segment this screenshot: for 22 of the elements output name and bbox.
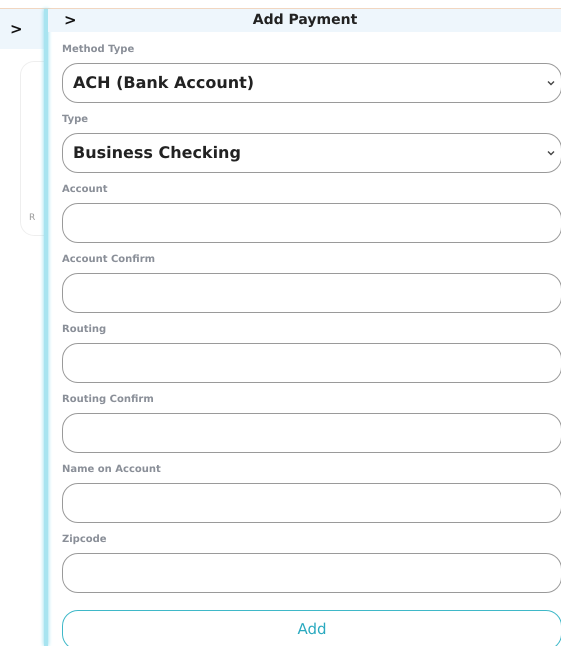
chevron-down-icon bbox=[547, 80, 555, 86]
input-field[interactable] bbox=[62, 202, 561, 242]
collapse-toggle[interactable]: > bbox=[64, 9, 84, 32]
panel-title: Add Payment bbox=[252, 10, 358, 30]
expand-toggle[interactable]: > bbox=[10, 18, 23, 40]
chevron-down-icon bbox=[547, 150, 555, 156]
select-field[interactable]: ACH (Bank Account) bbox=[62, 62, 561, 102]
field-label: Account Confirm bbox=[62, 252, 156, 266]
field-label: Account bbox=[62, 182, 108, 196]
input-field[interactable] bbox=[62, 552, 561, 592]
field-label: Method Type bbox=[62, 42, 136, 56]
input-field[interactable] bbox=[62, 272, 561, 312]
select-field[interactable]: Business Checking bbox=[62, 132, 561, 172]
field-label: Zipcode bbox=[62, 532, 108, 546]
field-label: Routing bbox=[62, 322, 108, 336]
input-field[interactable] bbox=[62, 482, 561, 522]
input-field[interactable] bbox=[62, 342, 561, 382]
field-label: Type bbox=[62, 112, 90, 126]
card-text: R bbox=[29, 212, 36, 224]
field-label: Name on Account bbox=[62, 462, 162, 476]
field-label: Routing Confirm bbox=[62, 392, 155, 406]
input-field[interactable] bbox=[62, 412, 561, 452]
